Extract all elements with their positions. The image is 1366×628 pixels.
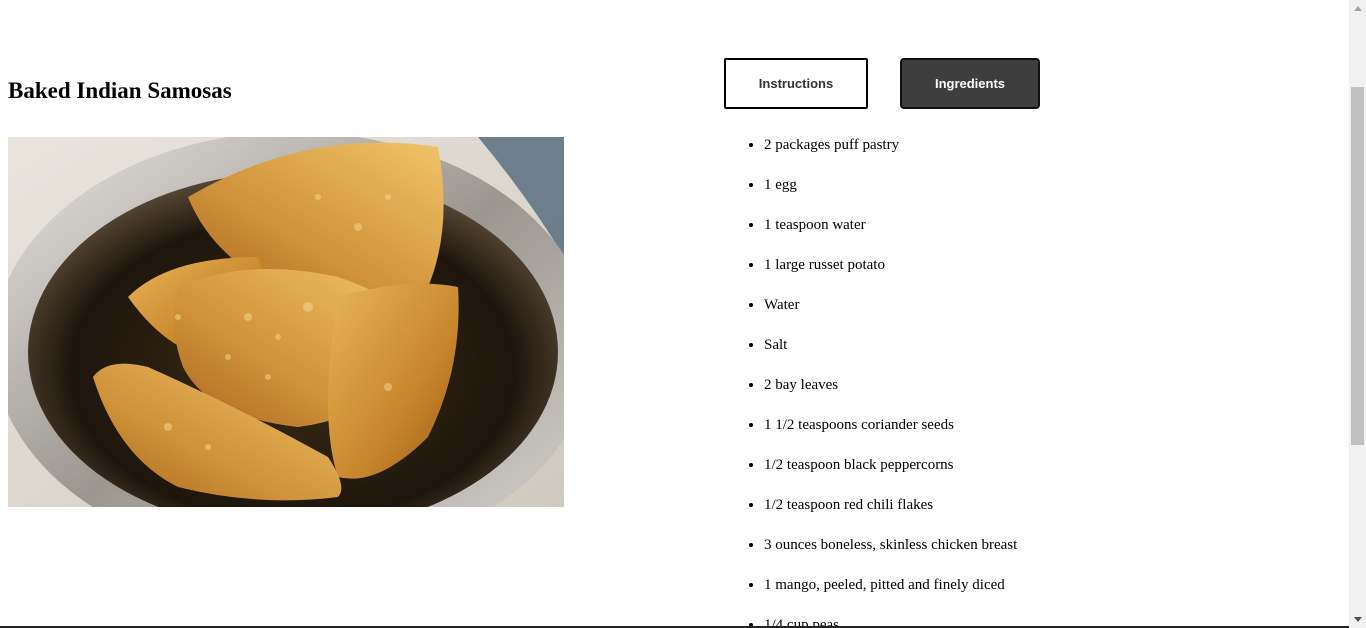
scrollbar-thumb[interactable]	[1351, 87, 1364, 445]
ingredient-item: 1/2 teaspoon red chili flakes	[764, 485, 1017, 525]
ingredient-list: 2 packages puff pastry 1 egg 1 teaspoon …	[724, 125, 1017, 628]
ingredient-item: 1 large russet potato	[764, 245, 1017, 285]
ingredient-item: 1/2 teaspoon black peppercorns	[764, 445, 1017, 485]
ingredient-item: 1 1/2 teaspoons coriander seeds	[764, 405, 1017, 445]
ingredient-item: 1 mango, peeled, pitted and finely diced	[764, 565, 1017, 605]
ingredient-item: 3 ounces boneless, skinless chicken brea…	[764, 525, 1017, 565]
ingredient-item: 2 packages puff pastry	[764, 125, 1017, 165]
chevron-down-icon[interactable]	[1349, 611, 1366, 628]
recipe-title: Baked Indian Samosas	[8, 78, 232, 103]
ingredient-item: Salt	[764, 325, 1017, 365]
ingredient-item: 1 teaspoon water	[764, 205, 1017, 245]
samosa-photo-illustration	[8, 137, 564, 507]
ingredient-item: 1 egg	[764, 165, 1017, 205]
vertical-scrollbar[interactable]	[1349, 0, 1366, 628]
tab-ingredients[interactable]: Ingredients	[900, 58, 1040, 109]
ingredient-item: 1/4 cup peas	[764, 605, 1017, 628]
tab-instructions[interactable]: Instructions	[724, 58, 868, 109]
samosa-photo	[8, 137, 564, 507]
ingredient-item: 2 bay leaves	[764, 365, 1017, 405]
chevron-up-icon[interactable]	[1349, 0, 1366, 17]
ingredient-item: Water	[764, 285, 1017, 325]
